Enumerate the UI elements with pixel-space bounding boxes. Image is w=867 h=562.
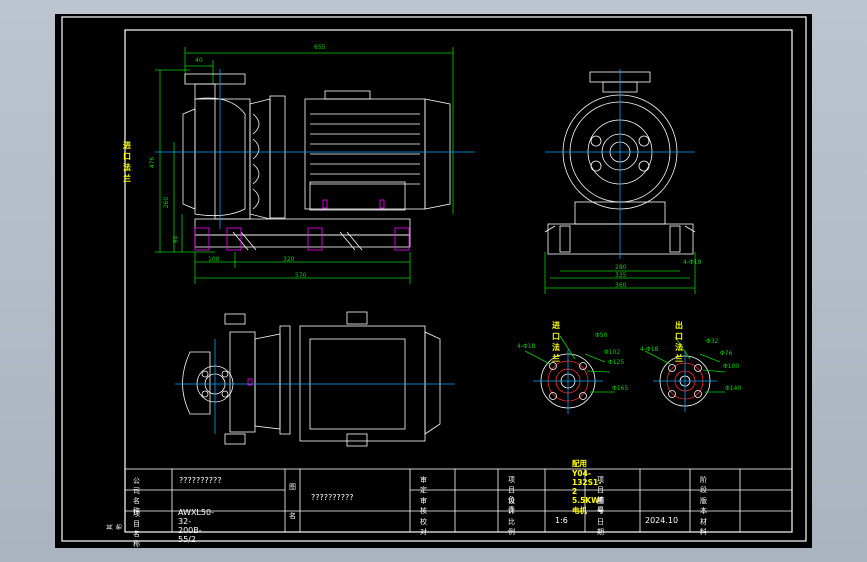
tb-r2-c3: 1:6	[555, 516, 568, 525]
outlet-d4: Φ140	[725, 385, 742, 392]
tb-left-note: 其他	[107, 523, 124, 531]
label-outlet-flange: 出口法兰	[675, 321, 683, 363]
tb-r2-c5: 2024.10	[645, 516, 679, 525]
inlet-d2: Φ102	[604, 349, 621, 356]
outlet-d1: Φ32	[706, 338, 719, 345]
dim-side-width-2: 335	[615, 272, 627, 279]
dim-shaft-height: 260	[163, 196, 171, 209]
dim-overall-length: 655	[314, 44, 326, 51]
inlet-bolt: 4-Φ18	[517, 343, 536, 350]
dim-side-width-1: 280	[615, 264, 627, 271]
dim-foot-height: 90	[172, 235, 180, 244]
inlet-d4: Φ165	[612, 385, 629, 392]
inlet-d1: Φ50	[595, 332, 608, 339]
tb-r1-c2: 设 计	[508, 497, 515, 515]
dim-nozzle-offset: 40	[195, 57, 203, 64]
dim-foot-b: 320	[283, 256, 295, 263]
outlet-d2: Φ76	[720, 350, 733, 357]
tb-r2-c4: 日 期	[597, 518, 604, 536]
dim-height-left: 476	[149, 156, 157, 169]
tb-r0-c0: 审 定	[420, 476, 427, 494]
outlet-d3: Φ100	[723, 363, 740, 370]
tb-r1-c4: 图 号	[597, 497, 604, 515]
tb-r0-c6: 阶 段	[700, 476, 707, 494]
inlet-d3: Φ125	[608, 359, 625, 366]
tb-project-label: 项目名称	[133, 510, 140, 548]
tb-figure-label-1: 图	[289, 483, 296, 491]
label-inlet-flange: 进口法兰	[552, 321, 560, 363]
tb-r2-c0: 校 对	[420, 518, 427, 536]
outlet-bolt: 4-Φ18	[640, 346, 659, 353]
tb-project-value: AWXL50-32-200B-55/2	[178, 508, 214, 544]
tb-company-value: ??????????	[179, 476, 222, 485]
tb-r1-c0: 审 核	[420, 497, 427, 515]
dim-base-length: 570	[295, 272, 307, 279]
drawing-viewport[interactable]: 655 40 476 260 90 100 320 570 280 335 36…	[55, 14, 812, 548]
label-inlet-flange-side: 进口法兰	[123, 141, 131, 183]
dim-foot-a: 100	[208, 256, 220, 263]
tb-r2-c2: 比 例	[508, 518, 515, 536]
dim-side-width-3: 360	[615, 282, 627, 289]
tb-figure-label-2: 名	[289, 512, 296, 520]
dim-bolt-hole: 4-Φ19	[683, 259, 702, 266]
tb-figure-value: ??????????	[311, 493, 354, 502]
tb-r1-c6: 版 本	[700, 497, 707, 515]
tb-r2-c6: 材 料	[700, 518, 707, 536]
